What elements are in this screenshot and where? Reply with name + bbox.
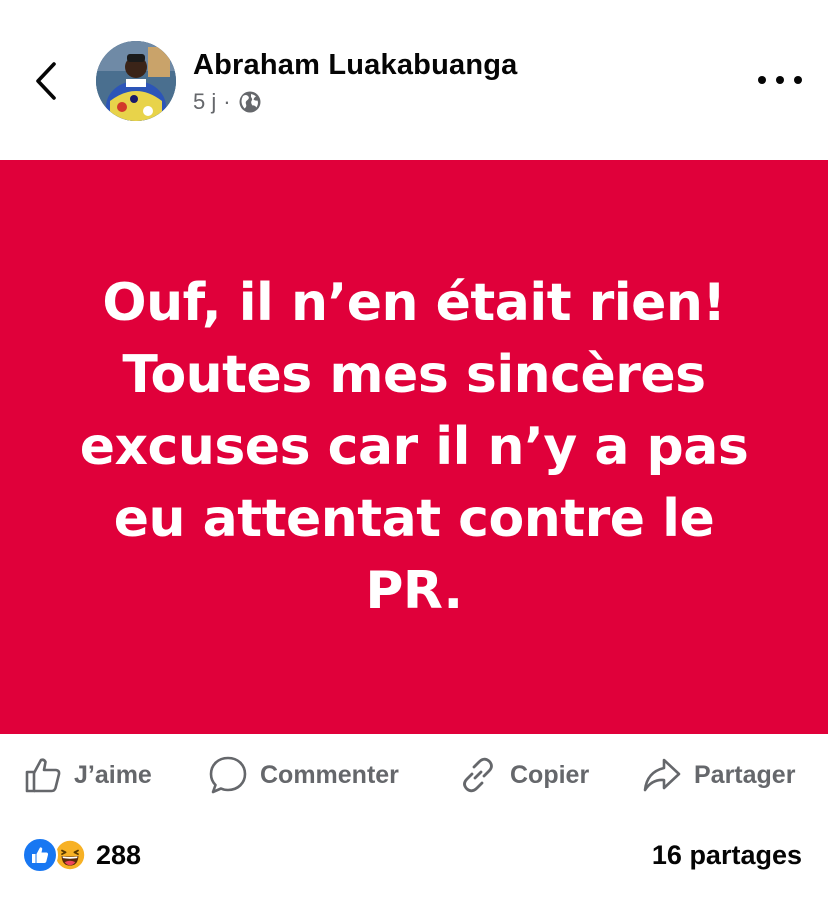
link-icon [463, 757, 493, 793]
copy-link-button[interactable]: Copier [458, 750, 589, 800]
back-button[interactable] [26, 56, 66, 106]
post-header: Abraham Luakabuanga 5 j · [0, 0, 828, 160]
like-label: J’aime [74, 760, 152, 789]
author-name[interactable]: Abraham Luakabuanga [193, 49, 518, 82]
more-horizontal-icon [758, 76, 766, 84]
more-dot [776, 76, 784, 84]
post-actions-bar: J’aime Commenter Copier Partager [0, 734, 828, 816]
more-dot [794, 76, 802, 84]
comment-button[interactable]: Commenter [208, 750, 399, 800]
share-icon [643, 758, 681, 792]
comment-icon [209, 756, 247, 794]
shares-count[interactable]: 16 partages [652, 837, 802, 873]
share-label: Partager [694, 760, 796, 789]
meta-separator: · [223, 89, 231, 114]
share-button[interactable]: Partager [642, 750, 795, 800]
post-card[interactable]: Ouf, il n’en était rien! Toutes mes sinc… [0, 160, 828, 734]
chevron-left-icon [36, 62, 56, 100]
post-text: Ouf, il n’en était rien! Toutes mes sinc… [79, 273, 749, 621]
post-meta: 5 j · [193, 89, 262, 115]
comment-label: Commenter [260, 760, 399, 789]
avatar[interactable] [96, 41, 176, 121]
post-stats: 288 16 partages [0, 832, 828, 878]
copy-label: Copier [510, 760, 590, 789]
more-options-button[interactable] [758, 66, 802, 94]
reaction-count: 288 [96, 839, 142, 870]
reactions-summary[interactable]: 288 [22, 837, 141, 873]
globe-icon [239, 91, 261, 113]
like-button[interactable]: J’aime [24, 750, 152, 800]
post-time[interactable]: 5 j [193, 89, 216, 115]
like-reaction-icon [22, 837, 58, 873]
thumbs-up-icon [25, 758, 61, 793]
